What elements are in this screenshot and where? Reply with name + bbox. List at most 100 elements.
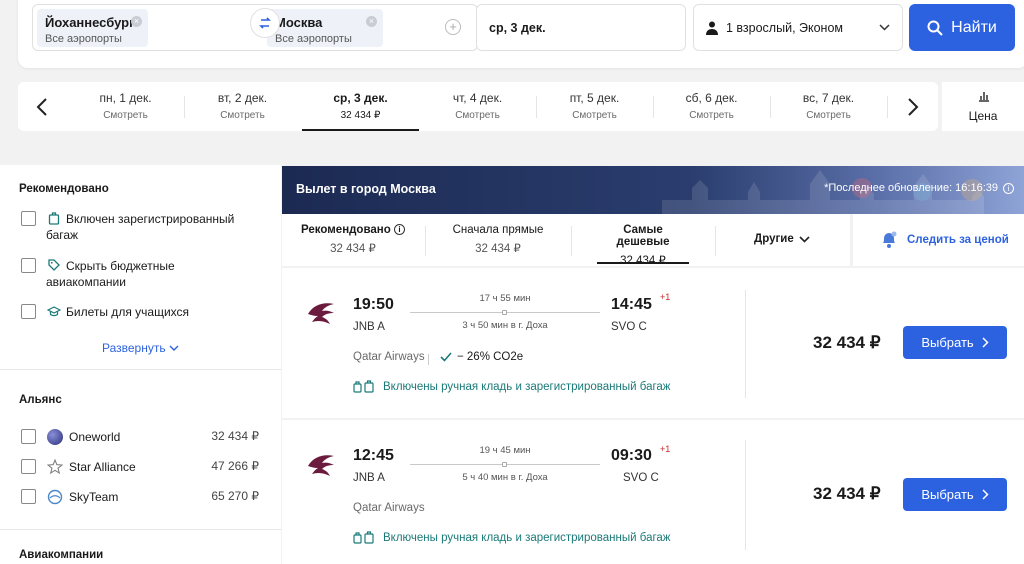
students-checkbox[interactable] [21,304,36,319]
date-price: Смотреть [806,110,851,121]
track-price-button[interactable]: Следить за ценой [850,214,1024,266]
sort-label-text: Рекомендовано [301,224,391,236]
oneworld-checkbox[interactable] [21,429,36,444]
date-label: ср, 3 дек. [333,91,388,105]
sort-direct-price: 32 434 ₽ [475,243,521,255]
expand-filters-link[interactable]: Развернуть [102,341,179,355]
origin-airports: Все аэропорты [45,33,122,45]
oneworld-price: 32 434 ₽ [211,429,259,443]
next-dates-icon[interactable] [907,97,919,117]
stop-marker [502,310,507,315]
checked-baggage-checkbox[interactable] [21,211,36,226]
star-alliance-label: Star Alliance [69,460,136,474]
track-price-label: Следить за ценой [907,234,1009,246]
clear-origin-icon[interactable]: × [131,16,142,27]
search-icon [927,20,943,36]
swap-route-button[interactable] [250,8,280,38]
divider [0,369,281,370]
clear-destination-icon[interactable]: × [366,16,377,27]
date-value: ср, 3 дек. [489,21,546,35]
date-option-selected[interactable]: ср, 3 дек. 32 434 ₽ [302,82,419,131]
arrival-time: 14:45 [611,296,652,313]
oneworld-label: Oneworld [69,430,121,444]
baggage-info: Включены ручная кладь и зарегистрированн… [383,381,671,393]
sort-direct-tab[interactable]: Сначала прямые 32 434 ₽ [426,214,570,266]
swap-icon [259,17,271,29]
star-alliance-checkbox[interactable] [21,459,36,474]
date-carousel: пн, 1 дек. Смотреть вт, 2 дек. Смотреть … [18,82,938,131]
expand-label: Развернуть [102,341,166,355]
arrival-time: 09:30 [611,447,652,464]
graduation-cap-icon [47,306,61,317]
date-label: вс, 7 дек. [802,91,855,105]
alliance-title: Альянс [19,394,62,406]
hide-budget-checkbox[interactable] [21,258,36,273]
sort-cheapest-label: Самые дешевые [616,224,670,248]
sort-recommended-price: 32 434 ₽ [330,243,376,255]
sort-cheapest-tab[interactable]: Самые дешевые 32 434 ₽ [597,214,689,267]
date-option[interactable]: вс, 7 дек. Смотреть [770,82,887,131]
destination-chip[interactable]: Москва Все аэропорты × [267,9,383,47]
flight-card[interactable]: 12:45 JNB A 19 ч 45 мин 5 ч 40 мин в г. … [282,420,1024,564]
bell-icon [883,231,897,248]
chevron-down-icon [169,345,179,351]
bar-chart-icon [979,92,989,102]
date-price: Смотреть [455,110,500,121]
departure-time: 12:45 [353,447,394,464]
departure-time: 19:50 [353,296,394,313]
date-field[interactable]: ср, 3 дек. [476,4,686,51]
date-price: 32 434 ₽ [340,110,381,121]
info-icon[interactable]: i [393,224,405,235]
baggage-icon [353,380,374,393]
date-price: Смотреть [220,110,265,121]
origin-chip[interactable]: Йоханнесбург Все аэропорты × [37,9,148,47]
divider [745,290,746,398]
add-destination-icon[interactable]: + [445,19,461,35]
passengers-field[interactable]: 1 взрослый, Эконом [693,4,903,51]
sort-direct-label: Сначала прямые [452,224,544,236]
star-alliance-logo-icon [47,459,63,475]
airline-name: Qatar Airways [353,502,425,514]
oneworld-logo-icon [47,429,63,445]
prev-dates-icon[interactable] [36,97,48,117]
divider [0,529,281,530]
skyteam-checkbox[interactable] [21,489,36,504]
recommended-title: Рекомендовано [19,183,109,195]
flight-card[interactable]: 19:50 JNB A 17 ч 55 мин 3 ч 50 мин в г. … [282,268,1024,418]
flight-price: 32 434 ₽ [813,333,881,352]
date-option[interactable]: сб, 6 дек. Смотреть [653,82,770,131]
price-chart-label: Цена [968,109,998,123]
date-option[interactable]: вт, 2 дек. Смотреть [184,82,301,131]
stop-marker [502,462,507,467]
sort-other-dropdown[interactable]: Другие [754,233,810,245]
sort-recommended-tab[interactable]: Рекомендовано i 32 434 ₽ [282,214,424,266]
destination-airports: Все аэропорты [275,33,352,45]
divider [715,226,716,256]
checkmark-icon [440,352,452,362]
skyteam-price: 65 270 ₽ [211,489,259,503]
date-option[interactable]: пн, 1 дек. Смотреть [67,82,184,131]
filters-sidebar: Рекомендовано Включен зарегистрированный… [0,165,281,564]
skyteam-label: SkyTeam [69,490,119,504]
search-button[interactable]: Найти [909,4,1015,51]
select-label: Выбрать [921,335,974,350]
date-option[interactable]: чт, 4 дек. Смотреть [419,82,536,131]
price-chart-button[interactable]: Цена [942,82,1024,131]
airline-name: Qatar Airways [353,351,425,363]
date-price: Смотреть [103,110,148,121]
date-option[interactable]: пт, 5 дек. Смотреть [536,82,653,131]
baggage-icon [353,531,374,544]
date-price: Смотреть [572,110,617,121]
star-alliance-price: 47 266 ₽ [211,459,259,473]
select-flight-button[interactable]: Выбрать [903,478,1007,511]
departure-airport: JNB A [353,472,385,484]
select-flight-button[interactable]: Выбрать [903,326,1007,359]
layover-info: 3 ч 50 мин в г. Доха [462,320,548,331]
layover-info: 5 ч 40 мин в г. Доха [462,472,548,483]
sort-other-label: Другие [754,233,794,245]
search-button-label: Найти [951,18,997,36]
chevron-down-icon [799,235,810,243]
arrival-airport: SVO C [611,321,647,333]
info-icon[interactable]: i [1003,183,1014,194]
qatar-airways-logo-icon [308,455,334,476]
